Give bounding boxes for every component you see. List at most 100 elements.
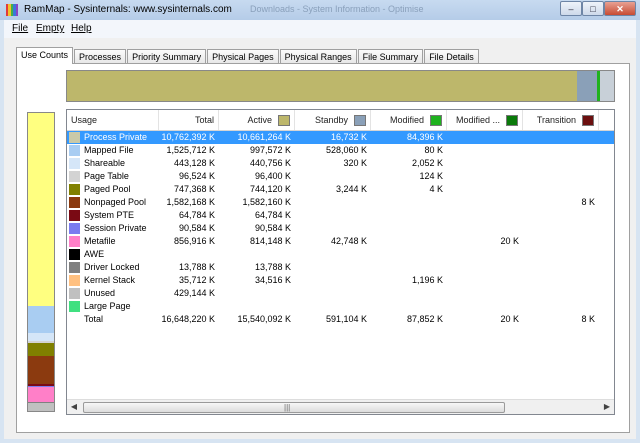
cell-active: 744,120 K — [249, 184, 291, 194]
table-row[interactable]: Nonpaged Pool 1,582,168 K 1,582,160 K8 K — [67, 196, 614, 209]
cell-transition: 8 K — [581, 314, 595, 324]
tab-physical-ranges[interactable]: Physical Ranges — [279, 49, 357, 64]
tab-file-details[interactable]: File Details — [424, 49, 479, 64]
modified-no-write-color-swatch — [506, 115, 518, 127]
table-row[interactable]: Kernel Stack 35,712 K 34,516 K 1,196 K — [67, 274, 614, 287]
table-row[interactable]: Session Private 90,584 K 90,584 K — [67, 222, 614, 235]
cell-total: 10,762,392 K — [161, 132, 215, 142]
cell-active: 10,661,264 K — [237, 132, 291, 142]
table-row[interactable]: System PTE 64,784 K 64,784 K — [67, 209, 614, 222]
cell-modified-no-write — [439, 209, 519, 222]
column-transition[interactable]: Transition — [523, 110, 599, 130]
table-row[interactable]: Metafile 856,916 K 814,148 K 42,748 K 20 K — [67, 235, 614, 248]
usage-bar-segment-metafile — [28, 387, 54, 403]
maximize-button[interactable]: □ — [582, 1, 604, 16]
table-row[interactable]: Paged Pool 747,368 K 744,120 K 3,244 K 4 K — [67, 183, 614, 196]
cell-transition — [515, 183, 595, 196]
tab-file-summary[interactable]: File Summary — [357, 49, 424, 64]
close-button[interactable]: ✕ — [604, 1, 636, 16]
use-counts-table[interactable]: Usage Total Active Standby Modified Modi… — [66, 109, 615, 415]
cell-standby: 42,748 K — [330, 236, 367, 246]
scroll-right-button[interactable]: ▶ — [600, 401, 614, 413]
cell-transition — [515, 300, 595, 313]
usage-breakdown-bar — [27, 112, 55, 412]
menu-file[interactable]: File — [12, 23, 28, 34]
scrollbar-thumb[interactable]: ||| — [83, 402, 505, 413]
table-row[interactable]: Large Page — [67, 300, 614, 313]
cell-standby — [287, 196, 367, 209]
usage-color-swatch — [69, 210, 80, 221]
cell-total: 96,524 K — [178, 171, 215, 181]
cell-modified-no-write — [439, 157, 519, 170]
cell-active: 15,540,092 K — [237, 314, 291, 324]
title-bar[interactable]: RamMap - Sysinternals: www.sysinternals.… — [0, 0, 640, 20]
cell-total: 443,128 K — [173, 158, 215, 168]
standby-color-swatch — [354, 115, 366, 127]
cell-total: 429,144 K — [173, 288, 215, 298]
minimize-button[interactable]: – — [560, 1, 582, 16]
app-icon-strip — [15, 4, 19, 16]
column-active[interactable]: Active — [219, 110, 295, 130]
cell-total: 90,584 K — [178, 223, 215, 233]
rammap-app-icon — [6, 4, 19, 16]
cell-modified: 4 K — [429, 184, 443, 194]
window-title: RamMap - Sysinternals: www.sysinternals.… — [24, 4, 232, 15]
column-transition-label: Transition — [536, 115, 576, 125]
table-row[interactable]: Page Table 96,524 K 96,400 K 124 K — [67, 170, 614, 183]
menu-empty[interactable]: Empty — [36, 23, 64, 34]
rammap-window: RamMap - Sysinternals: www.sysinternals.… — [0, 0, 640, 443]
column-total[interactable]: Total — [159, 110, 219, 130]
cell-modified — [363, 287, 443, 300]
column-usage[interactable]: Usage — [67, 110, 159, 130]
cell-total — [135, 248, 215, 261]
cell-modified-no-write — [439, 131, 519, 144]
cell-transition — [515, 287, 595, 300]
memory-state-bar — [66, 70, 615, 102]
cell-modified-no-write — [439, 144, 519, 157]
table-row[interactable]: Unused 429,144 K — [67, 287, 614, 300]
table-row[interactable]: Total 16,648,220 K 15,540,092 K 591,104 K 87… — [67, 313, 614, 326]
cell-modified — [363, 196, 443, 209]
cell-modified-no-write — [439, 183, 519, 196]
cell-standby — [287, 261, 367, 274]
column-standby[interactable]: Standby — [295, 110, 371, 130]
usage-name: Paged Pool — [84, 184, 131, 194]
table-row[interactable]: Driver Locked 13,788 K 13,788 K — [67, 261, 614, 274]
tab-use-counts[interactable]: Use Counts — [16, 47, 74, 64]
cell-standby: 591,104 K — [325, 314, 367, 324]
table-row[interactable]: Process Private 10,762,392 K 10,661,264 K1… — [67, 131, 614, 144]
cell-modified: 87,852 K — [406, 314, 443, 324]
table-row[interactable]: Shareable 443,128 K 440,756 K 320 K 2,052 K — [67, 157, 614, 170]
cell-modified: 124 K — [419, 171, 443, 181]
cell-modified — [363, 235, 443, 248]
cell-standby: 3,244 K — [335, 184, 367, 194]
tab-priority-summary[interactable]: Priority Summary — [127, 49, 207, 64]
column-modified[interactable]: Modified — [371, 110, 447, 130]
cell-transition: 8 K — [581, 197, 595, 207]
background-window-title: Downloads - System Information - Optimis… — [250, 4, 424, 14]
usage-name: Driver Locked — [84, 262, 140, 272]
cell-modified: 1,196 K — [411, 275, 443, 285]
table-row[interactable]: AWE — [67, 248, 614, 261]
menu-help[interactable]: Help — [71, 23, 92, 34]
scroll-left-button[interactable]: ◀ — [67, 401, 81, 413]
scrollbar-grip-icon: ||| — [284, 403, 291, 412]
modified-color-swatch — [430, 115, 442, 127]
tab-physical-pages[interactable]: Physical Pages — [207, 49, 279, 64]
horizontal-scrollbar[interactable]: ◀ ||| ▶ — [67, 399, 614, 414]
tab-processes[interactable]: Processes — [74, 49, 127, 64]
cell-standby: 16,732 K — [330, 132, 367, 142]
cell-active: 13,788 K — [254, 262, 291, 272]
table-row[interactable]: Mapped File 1,525,712 K 997,572 K 528,060 K… — [67, 144, 614, 157]
cell-modified-no-write — [439, 261, 519, 274]
cell-active: 440,756 K — [249, 158, 291, 168]
usage-color-swatch — [69, 275, 80, 286]
cell-total: 747,368 K — [173, 184, 215, 194]
cell-modified-no-write — [439, 274, 519, 287]
usage-color-swatch — [69, 236, 80, 247]
column-modified-no-write[interactable]: Modified ... — [447, 110, 523, 130]
cell-modified — [363, 248, 443, 261]
use-counts-panel: Usage Total Active Standby Modified Modi… — [16, 63, 630, 433]
cell-active: 814,148 K — [249, 236, 291, 246]
cell-modified-no-write — [439, 300, 519, 313]
